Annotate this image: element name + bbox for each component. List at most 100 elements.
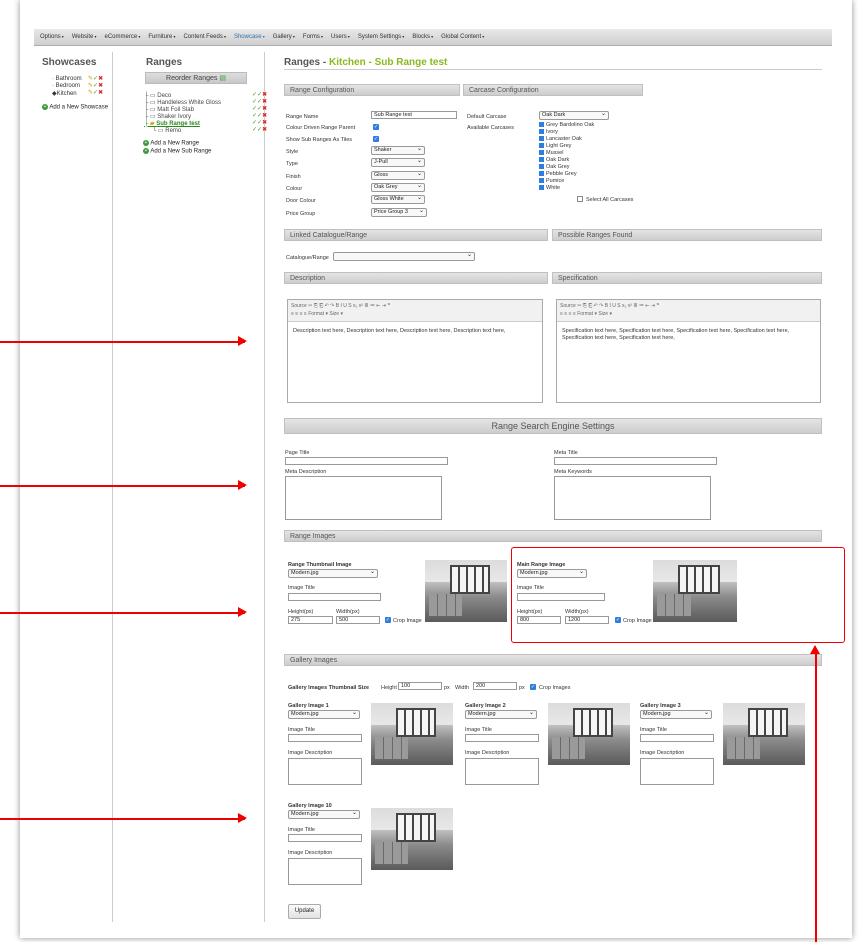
show-sub-checkbox[interactable]: ✓ [373,136,379,142]
specification-editor[interactable]: Source ✂ ⎘ ⎗ ↶ ↷ B I U S x₂ x² ≣ ≔ ⇤ ⇥ ❞… [556,299,821,403]
type-select[interactable]: J-Pull [371,158,425,167]
menu-showcase[interactable]: Showcase [230,34,269,40]
range-name-input[interactable]: Sub Range test [371,111,457,119]
range-item-shaker-ivory[interactable]: ├ ▭ Shaker Ivory [144,113,191,120]
carcase-option[interactable]: Pebble Grey [539,171,577,177]
menu-gallery[interactable]: Gallery [269,34,299,40]
gallery-image-preview [548,703,630,765]
showcase-item-bathroom[interactable]: · Bathroom [52,76,82,82]
gallery-image-desc-textarea[interactable] [288,758,362,785]
default-carcase-select[interactable]: Oak Dark [539,111,609,120]
style-label: Style [286,149,299,155]
page-title-input[interactable] [285,457,448,465]
toolbar-row[interactable]: ≡ ≡ ≡ ≡ Format ▾ Size ▾ [560,310,817,318]
range-item-remo[interactable]: └ ▭ Remo [152,127,181,134]
finish-select[interactable]: Gloss [371,171,425,180]
thumb-image-title-input[interactable] [288,593,381,601]
gallery-image-title-input[interactable] [288,734,362,742]
menu-website[interactable]: Website [68,34,101,40]
range-item-matt-foil[interactable]: ├ ▭ Matt Foil Slab [144,106,194,113]
menu-system-settings[interactable]: System Settings [354,34,408,40]
menu-ecommerce[interactable]: eCommerce [101,34,145,40]
thumbnail-image-select[interactable]: Modern.jpg [288,569,378,578]
gallery-image-title-input[interactable] [288,834,362,842]
delete-icon[interactable]: ✖ [262,120,267,126]
menu-options[interactable]: Options [36,34,68,40]
style-select[interactable]: Shaker [371,146,425,155]
carcase-option[interactable]: Mussel [539,150,563,156]
menu-forms[interactable]: Forms [299,34,327,40]
delete-icon[interactable]: ✖ [262,106,267,112]
thumb-width-label: Width(px) [336,609,360,615]
menu-global-content[interactable]: Global Content [437,34,488,40]
description-text[interactable]: Description text here, Description text … [288,322,542,341]
delete-icon[interactable]: ✖ [262,127,267,133]
select-all-label: Select All Carcases [586,197,634,203]
thumb-width-input[interactable]: 500 [336,616,380,624]
gallery-image-desc-textarea[interactable] [465,758,539,785]
toolbar-row[interactable]: ≡ ≡ ≡ ≡ Format ▾ Size ▾ [291,310,539,318]
gallery-image-desc-textarea[interactable] [640,758,714,785]
meta-keywords-textarea[interactable] [554,476,711,520]
editor-toolbar[interactable]: Source ✂ ⎘ ⎗ ↶ ↷ B I U S x₂ x² ≣ ≔ ⇤ ⇥ ❞… [557,300,820,322]
carcase-option[interactable]: Oak Grey [539,164,570,170]
delete-icon[interactable]: ✖ [98,76,103,82]
add-showcase-label: Add a New Showcase [49,104,109,111]
thumb-crop-checkbox[interactable]: ✓ [385,617,391,623]
carcase-option[interactable]: White [539,185,560,191]
gallery-image-select[interactable]: Modern.jpg [288,710,360,719]
toolbar-row[interactable]: Source ✂ ⎘ ⎗ ↶ ↷ B I U S x₂ x² ≣ ≔ ⇤ ⇥ ❞ [291,302,539,310]
gallery-image-desc-textarea[interactable] [288,858,362,885]
menu-users[interactable]: Users [327,34,354,40]
carcase-option[interactable]: Oak Dark [539,157,569,163]
delete-icon[interactable]: ✖ [98,83,103,89]
meta-description-textarea[interactable] [285,476,442,520]
range-item-handleless[interactable]: ├ ▭ Handleless White Gloss [144,99,221,106]
specification-text[interactable]: Specification text here, Specification t… [557,322,820,348]
catalogue-range-select[interactable] [333,252,475,261]
description-editor[interactable]: Source ✂ ⎘ ⎗ ↶ ↷ B I U S x₂ x² ≣ ≔ ⇤ ⇥ ❞… [287,299,543,403]
update-button[interactable]: Update [288,904,321,919]
toolbar-row[interactable]: Source ✂ ⎘ ⎗ ↶ ↷ B I U S x₂ x² ≣ ≔ ⇤ ⇥ ❞ [560,302,817,310]
carcase-label: Grey Bardolino Oak [546,122,595,128]
gallery-height-input[interactable]: 100 [398,682,442,690]
delete-icon[interactable]: ✖ [262,99,267,105]
menu-furniture[interactable]: Furniture [144,34,179,40]
gallery-image-title-input[interactable] [640,734,714,742]
reorder-ranges-button[interactable]: Reorder Ranges ▤ [145,72,247,84]
delete-icon[interactable]: ✖ [262,113,267,119]
page-title-label: Page Title [285,450,310,456]
range-item-sub-range-test[interactable]: ├ ▰ Sub Range test [144,120,200,127]
add-sub-range-link[interactable]: + Add a New Sub Range [143,148,211,155]
carcase-option[interactable]: Lancaster Oak [539,136,582,142]
gallery-image-select[interactable]: Modern.jpg [288,810,360,819]
gallery-image-select[interactable]: Modern.jpg [465,710,537,719]
carcase-option[interactable]: Grey Bardolino Oak [539,122,594,128]
editor-toolbar[interactable]: Source ✂ ⎘ ⎗ ↶ ↷ B I U S x₂ x² ≣ ≔ ⇤ ⇥ ❞… [288,300,542,322]
gallery-crop-checkbox[interactable]: ✓ [530,684,536,690]
colour-select[interactable]: Oak Grey [371,183,425,192]
showcase-item-bedroom[interactable]: · Bedroom [52,83,80,89]
menu-content-feeds[interactable]: Content Feeds [179,34,229,40]
price-group-select[interactable]: Price Group 3 [371,208,427,217]
checkbox-icon [539,136,544,142]
colour-parent-checkbox[interactable]: ✓ [373,124,379,130]
delete-icon[interactable]: ✖ [98,90,103,96]
select-all-checkbox[interactable] [577,196,583,202]
add-showcase-link[interactable]: + Add a New Showcase [42,104,108,111]
carcase-option[interactable]: Light Grey [539,143,571,149]
door-colour-select[interactable]: Gloss White [371,195,425,204]
carcase-option[interactable]: Ivory [539,129,558,135]
menu-blocks[interactable]: Blocks [408,34,437,40]
gallery-width-input[interactable]: 200 [473,682,517,690]
delete-icon[interactable]: ✖ [262,92,267,98]
meta-title-input[interactable] [554,457,717,465]
gallery-image-select[interactable]: Modern.jpg [640,710,712,719]
gallery-image-label: Gallery Image 3 [640,703,681,709]
thumb-height-input[interactable]: 275 [288,616,333,624]
carcase-option[interactable]: Pumice [539,178,564,184]
gallery-image-title-input[interactable] [465,734,539,742]
range-item-deco[interactable]: ├ ▭ Deco [144,92,171,99]
showcase-item-kitchen[interactable]: ◆Kitchen [52,90,77,97]
add-range-link[interactable]: + Add a New Range [143,140,199,147]
